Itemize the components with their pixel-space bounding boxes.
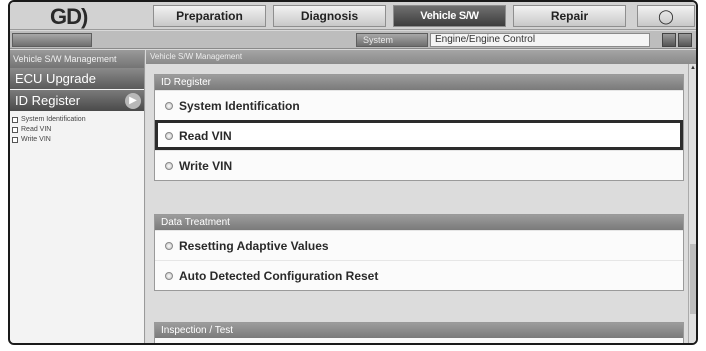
radio-icon	[165, 162, 173, 170]
sidebar-ecu-upgrade[interactable]: ECU Upgrade	[10, 68, 144, 90]
group-data-treatment: Data Treatment Resetting Adaptive Values…	[154, 214, 684, 291]
radio-icon	[165, 102, 173, 110]
document-icon	[12, 137, 18, 143]
row-label: Read VIN	[179, 129, 232, 143]
scroll-thumb[interactable]	[690, 244, 696, 314]
row-label: Resetting Adaptive Values	[179, 239, 329, 253]
row-resetting-adaptive-values[interactable]: Resetting Adaptive Values	[155, 230, 683, 260]
app-logo: GD)	[50, 4, 88, 29]
document-icon	[12, 127, 18, 133]
print-icon[interactable]	[678, 33, 692, 47]
scroll-up-icon[interactable]: ▲	[689, 64, 696, 72]
row-read-vin[interactable]: Read VIN	[155, 120, 683, 150]
document-icon	[12, 117, 18, 123]
sidebar: Vehicle S/W Management ECU Upgrade ID Re…	[10, 50, 145, 343]
row-system-identification[interactable]: System Identification	[155, 90, 683, 120]
row-auto-detected-configuration-reset[interactable]: Auto Detected Configuration Reset	[155, 260, 683, 290]
sidebar-item-label: Write VIN	[21, 136, 51, 143]
sidebar-item-system-identification[interactable]: System Identification	[10, 115, 144, 125]
row-label: System Identification	[179, 99, 300, 113]
gear-icon[interactable]: ◯	[637, 5, 695, 27]
breadcrumb-pill[interactable]	[12, 33, 92, 47]
row-label: Write VIN	[179, 159, 233, 173]
sidebar-id-register[interactable]: ID Register ▶	[10, 90, 144, 112]
group-inspection-test: Inspection / Test	[154, 322, 684, 343]
tab-preparation[interactable]: Preparation	[153, 5, 266, 27]
group-title: ID Register	[155, 75, 683, 90]
system-selector-button[interactable]: System	[356, 33, 428, 47]
sub-toolbar: System Engine/Engine Control	[10, 31, 696, 49]
tab-diagnosis[interactable]: Diagnosis	[273, 5, 386, 27]
sidebar-id-register-label: ID Register	[15, 93, 81, 108]
radio-icon	[165, 242, 173, 250]
main-header: Vehicle S/W Management	[146, 50, 696, 64]
group-title: Data Treatment	[155, 215, 683, 230]
sidebar-item-label: Read VIN	[21, 126, 52, 133]
radio-icon	[165, 272, 173, 280]
main-panel: Vehicle S/W Management ID Register Syste…	[146, 50, 696, 343]
top-menu-bar: GD) Preparation Diagnosis Vehicle S/W Ma…	[10, 2, 696, 42]
system-field: Engine/Engine Control	[430, 33, 650, 47]
chevron-right-icon: ▶	[125, 93, 141, 109]
gds-window: GD) Preparation Diagnosis Vehicle S/W Ma…	[8, 0, 698, 345]
row-label: Auto Detected Configuration Reset	[179, 269, 379, 283]
radio-icon	[165, 132, 173, 140]
tab-repair[interactable]: Repair	[513, 5, 626, 27]
group-title: Inspection / Test	[155, 323, 683, 338]
row-write-vin[interactable]: Write VIN	[155, 150, 683, 180]
vertical-scrollbar[interactable]: ▲	[688, 64, 696, 343]
sidebar-item-read-vin[interactable]: Read VIN	[10, 125, 144, 135]
sidebar-header: Vehicle S/W Management	[10, 50, 144, 68]
sidebar-item-label: System Identification	[21, 116, 86, 123]
tab-vehicle-sw-management[interactable]: Vehicle S/W Management	[393, 5, 506, 42]
info-icon[interactable]	[662, 33, 676, 47]
group-id-register: ID Register System Identification Read V…	[154, 74, 684, 181]
sidebar-item-write-vin[interactable]: Write VIN	[10, 135, 144, 145]
